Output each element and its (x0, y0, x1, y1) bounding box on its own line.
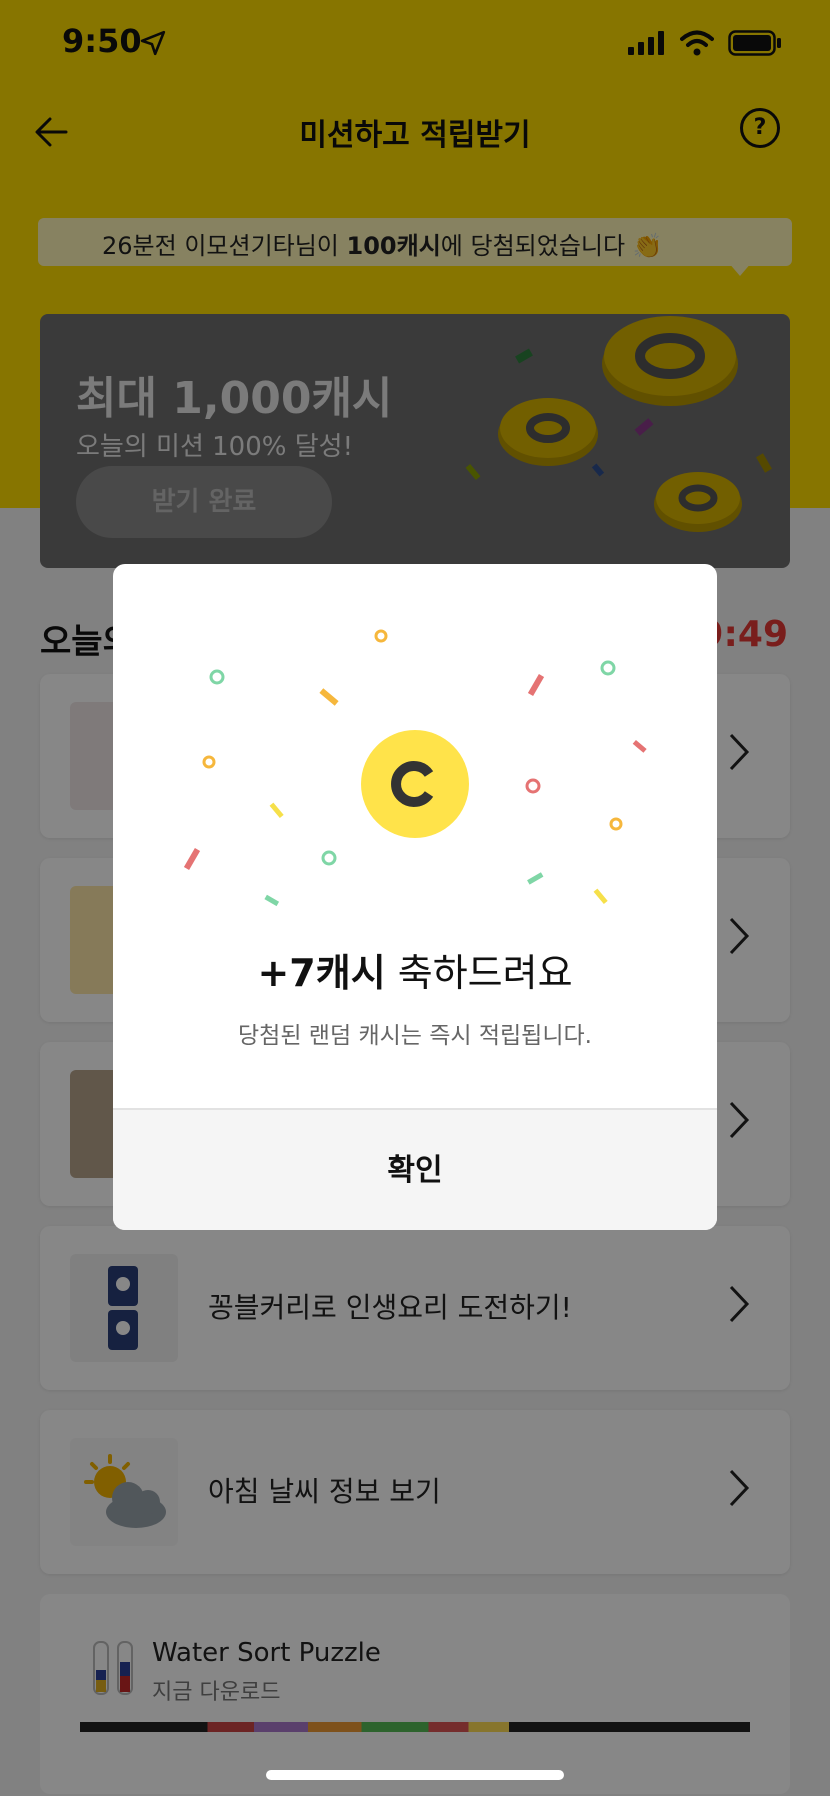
home-indicator[interactable] (266, 1770, 564, 1780)
modal-title-suffix: 축하드려요 (385, 951, 573, 995)
modal-description: 당첨된 랜덤 캐시는 즉시 적립됩니다. (238, 1023, 592, 1049)
reward-amount: +7캐시 (257, 951, 386, 995)
mission-screen: 9:50 미션하고 적립받기 ? 26분전 이모션기타님이 100캐시에 당첨되… (0, 0, 830, 1796)
reward-modal: +7캐시 축하드려요 당첨된 랜덤 캐시는 즉시 적립됩니다. 확인 (113, 564, 717, 1230)
cash-c-symbol (391, 761, 434, 807)
cash-coin-icon (361, 730, 469, 838)
confirm-button[interactable]: 확인 (113, 1108, 717, 1230)
modal-title: +7캐시 축하드려요 (113, 942, 717, 997)
